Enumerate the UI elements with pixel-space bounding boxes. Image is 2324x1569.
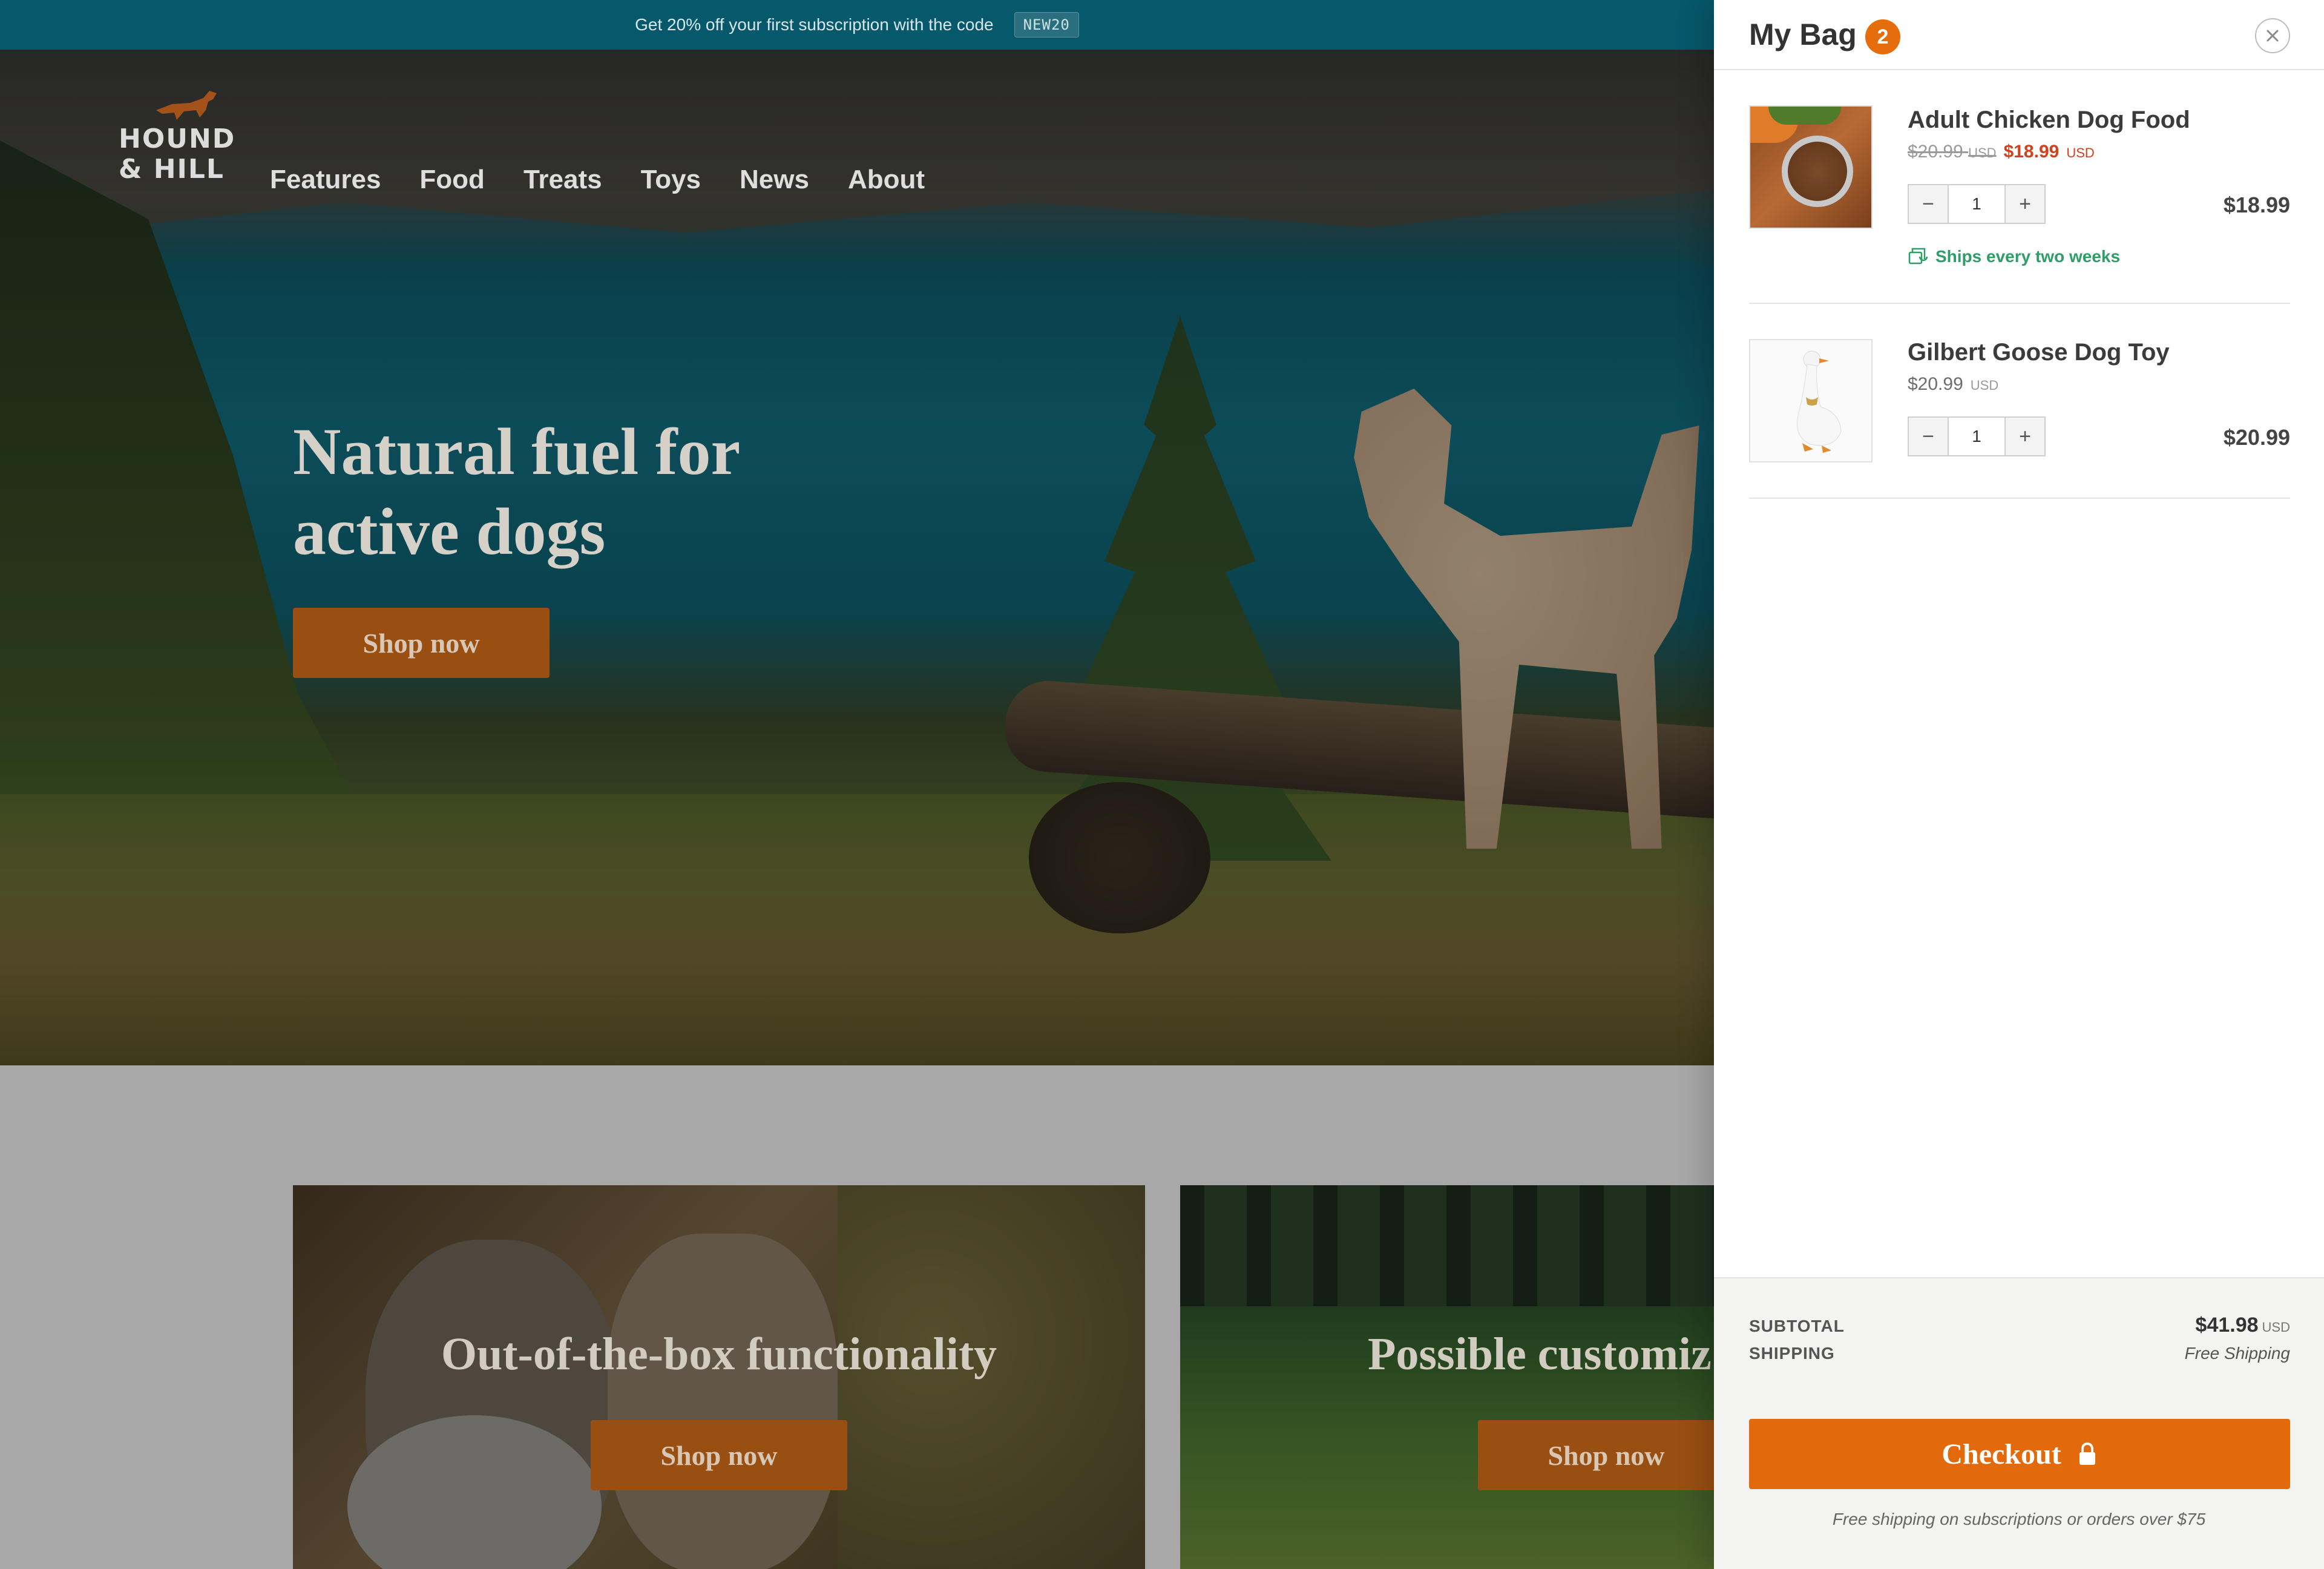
promo-code: NEW20 <box>1014 12 1079 38</box>
dog-logo-icon <box>156 91 217 120</box>
nav-treats[interactable]: Treats <box>524 165 602 195</box>
herb-image <box>1768 107 1841 125</box>
shipping-label: SHIPPING <box>1749 1344 1835 1363</box>
feature-card-customization[interactable]: Possible customiz Shop now <box>1180 1185 1714 1569</box>
product-name[interactable]: Gilbert Goose Dog Toy <box>1908 339 2170 366</box>
hero-section: HOUND & HILL Features Food Treats Toys N… <box>0 50 1714 1065</box>
sale-price: $18.99 <box>2003 142 2060 162</box>
announcement-text: Get 20% off your first subscription with… <box>635 15 994 34</box>
announcement-bar: Get 20% off your first subscription with… <box>0 0 1714 50</box>
cart-drawer: My Bag 2 Adult Chicken Dog Food $20.99 U… <box>1714 0 2324 1569</box>
subtotal-label: SUBTOTAL <box>1749 1317 1845 1335</box>
product-price: $20.99 USD <box>1908 374 1998 395</box>
product-thumbnail[interactable] <box>1749 105 1873 229</box>
hero-headline: Natural fuel for active dogs <box>293 415 740 568</box>
nav-about[interactable]: About <box>848 165 925 195</box>
currency: USD <box>1970 378 1999 393</box>
quantity-value[interactable]: 1 <box>1948 185 2006 223</box>
nav-features[interactable]: Features <box>270 165 381 195</box>
increase-quantity-button[interactable]: + <box>2006 418 2044 455</box>
nav-toys[interactable]: Toys <box>641 165 701 195</box>
feature-card-functionality[interactable]: Out-of-the-box functionality Shop now <box>293 1185 1145 1569</box>
recurring-box-icon <box>1908 248 1928 265</box>
product-thumbnail[interactable] <box>1749 339 1873 462</box>
card-title: Out-of-the-box functionality <box>441 1329 997 1380</box>
goose-toy-image <box>1797 350 1842 453</box>
quantity-stepper: − 1 + <box>1908 184 2046 224</box>
quantity-stepper: − 1 + <box>1908 416 2046 456</box>
cart-item: Gilbert Goose Dog Toy $20.99 USD − 1 + $… <box>1749 304 2290 499</box>
checkout-button[interactable]: Checkout <box>1749 1419 2290 1489</box>
card-shop-now-button[interactable]: Shop now <box>1478 1420 1714 1490</box>
subtotal-row: SUBTOTAL $41.98 USD <box>1749 1314 2290 1337</box>
subtotal-value: $41.98 USD <box>2195 1314 2290 1337</box>
decrease-quantity-button[interactable]: − <box>1909 418 1948 455</box>
decrease-quantity-button[interactable]: − <box>1909 185 1948 223</box>
cart-count-badge: 2 <box>1865 19 1900 54</box>
nav-food[interactable]: Food <box>419 165 485 195</box>
site-background: Get 20% off your first subscription with… <box>0 0 1714 1569</box>
card-title: Possible customiz <box>1368 1329 1712 1380</box>
shipping-value: Free Shipping <box>2184 1344 2290 1363</box>
price: $20.99 <box>1908 374 1963 394</box>
cart-item: Adult Chicken Dog Food $20.99 USD $18.99… <box>1749 70 2290 304</box>
product-price: $20.99 USD $18.99 USD <box>1908 142 2095 162</box>
hero-shop-now-button[interactable]: Shop now <box>293 608 550 678</box>
nav-news[interactable]: News <box>740 165 809 195</box>
subscription-text: Ships every two weeks <box>1935 247 2121 266</box>
brand-logo[interactable]: HOUND & HILL <box>119 86 240 225</box>
increase-quantity-button[interactable]: + <box>2006 185 2044 223</box>
quantity-value[interactable]: 1 <box>1948 418 2006 455</box>
shipping-footnote: Free shipping on subscriptions or orders… <box>1832 1510 2206 1528</box>
line-total: $20.99 <box>2223 425 2290 450</box>
cart-header: My Bag 2 <box>1714 0 2324 70</box>
logo-line-1: HOUND <box>119 123 236 154</box>
shipping-row: SHIPPING Free Shipping <box>1749 1344 2290 1363</box>
site-header: HOUND & HILL Features Food Treats Toys N… <box>0 50 1714 194</box>
main-nav: Features Food Treats Toys News About <box>270 165 925 195</box>
line-total: $18.99 <box>2223 192 2290 217</box>
original-price: $20.99 USD <box>1908 142 1997 162</box>
cart-footer: SUBTOTAL $41.98 USD SHIPPING Free Shippin… <box>1714 1277 2324 1569</box>
subscription-note[interactable]: Ships every two weeks <box>1908 247 2120 266</box>
lock-icon <box>2079 1442 2095 1465</box>
logo-line-2: & HILL <box>119 154 225 185</box>
kibble-image <box>1788 142 1847 201</box>
sale-currency: USD <box>2066 145 2095 160</box>
product-name[interactable]: Adult Chicken Dog Food <box>1908 107 2190 134</box>
close-icon[interactable] <box>2255 18 2290 53</box>
checkout-label: Checkout <box>1942 1438 2061 1470</box>
card-shop-now-button[interactable]: Shop now <box>591 1420 847 1490</box>
cart-title: My Bag <box>1749 18 1857 51</box>
page: Get 20% off your first subscription with… <box>0 0 2324 1569</box>
